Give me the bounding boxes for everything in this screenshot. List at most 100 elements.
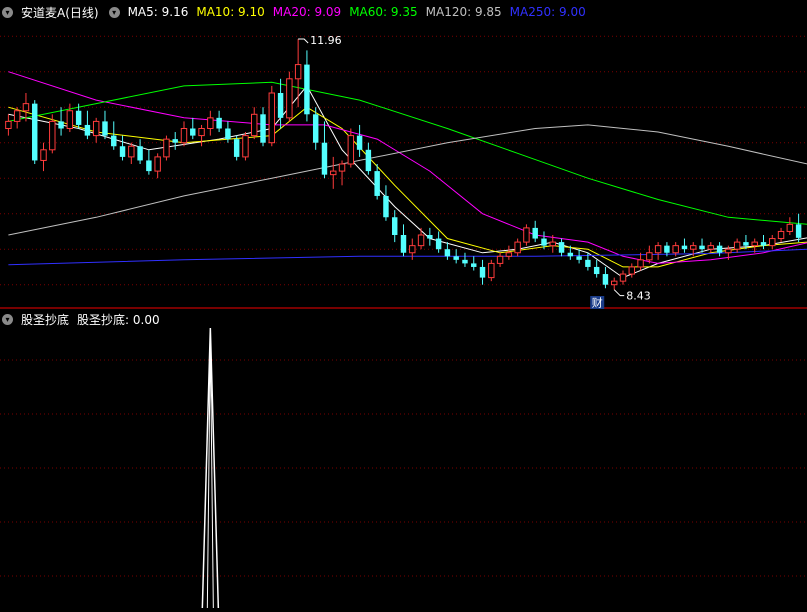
candle-body-up	[725, 248, 732, 254]
candle-body-up	[514, 241, 521, 254]
candle-body-up	[690, 245, 697, 250]
candle-body-down	[146, 160, 152, 172]
candle-body-up	[628, 266, 636, 275]
candle-body-up	[66, 110, 74, 129]
candle-body-up	[128, 145, 135, 158]
candle-body-up	[488, 262, 495, 279]
candle-body-up	[409, 245, 416, 254]
candle-body-down	[111, 135, 117, 147]
candle-body-down	[312, 114, 319, 143]
candle-body-down	[102, 121, 108, 136]
candle-body-up	[251, 113, 258, 137]
candle-body-down	[383, 195, 389, 218]
kline-chart[interactable]: 11.96 8.43 财	[0, 0, 807, 612]
candle-body-up	[22, 103, 30, 112]
candle-body-down	[216, 117, 222, 129]
candle-body-down	[743, 242, 749, 246]
candle-body-up	[13, 110, 21, 122]
low-marker-pointer	[613, 289, 625, 297]
candle-body-up	[242, 135, 249, 158]
candle-body-up	[733, 241, 741, 250]
candle-body-down	[356, 135, 363, 150]
candle-body-down	[593, 266, 600, 275]
candle-body-up	[654, 245, 662, 254]
candle-body-down	[795, 224, 802, 238]
candle-body-down	[190, 128, 196, 136]
candle-body-down	[75, 110, 82, 125]
candle-body-down	[374, 171, 380, 196]
candle-body-up	[786, 223, 794, 232]
candle-body-up	[769, 238, 776, 247]
candle-body-up	[637, 259, 644, 268]
candle-body-up	[549, 241, 556, 247]
candle-body-down	[602, 274, 609, 285]
candle-body-down	[400, 235, 407, 253]
candle-body-up	[619, 273, 627, 282]
candle-body-up	[611, 280, 618, 286]
candle-body-up	[180, 128, 188, 144]
candle-body-down	[532, 227, 538, 239]
candle-body-down	[119, 146, 126, 157]
candle-body-up	[523, 227, 530, 243]
candle-body-down	[304, 64, 310, 115]
candle-body-up	[40, 149, 47, 161]
candle-body-down	[32, 103, 38, 161]
ma-line-ma250	[8, 248, 807, 266]
ma-line-ma20	[8, 71, 807, 264]
candle-body-up	[294, 64, 302, 80]
candle-body-down	[233, 139, 240, 157]
candle-body-down	[576, 256, 582, 260]
candle-body-up	[707, 245, 715, 250]
candle-body-down	[664, 245, 670, 253]
candle-body-down	[444, 249, 451, 257]
candle-body-up	[777, 230, 785, 240]
candle-body-up	[268, 92, 276, 144]
candle-body-up	[496, 255, 504, 264]
candle-body-down	[277, 93, 284, 118]
candle-body-up	[286, 78, 293, 119]
candle-body-up	[751, 241, 758, 247]
ma-line-ma10	[8, 106, 807, 268]
candle-body-up	[5, 120, 12, 130]
candle-body-down	[471, 263, 477, 267]
candle-body-down	[716, 245, 723, 253]
candle-body-down	[558, 242, 565, 253]
candle-body-down	[435, 238, 442, 250]
candle-body-down	[172, 139, 178, 143]
candle-body-down	[567, 252, 574, 257]
candle-body-up	[163, 138, 170, 158]
candle-body-up	[92, 120, 100, 137]
candle-body-up	[198, 128, 205, 137]
candle-body-up	[347, 135, 355, 165]
candle-body-down	[260, 114, 266, 143]
candle-body-down	[681, 245, 688, 250]
candle-body-down	[391, 217, 398, 235]
candle-body-down	[699, 245, 705, 250]
low-price-label: 8.43	[626, 290, 651, 303]
candle-body-up	[330, 170, 337, 176]
candle-body-up	[417, 234, 425, 247]
candle-body-down	[58, 121, 64, 129]
candle-body-up	[505, 252, 513, 257]
candle-body-down	[541, 238, 547, 246]
candle-body-down	[137, 146, 143, 161]
finance-badge-label: 财	[592, 296, 603, 310]
candle-body-up	[207, 117, 214, 129]
candle-body-down	[453, 256, 459, 260]
high-price-label: 11.96	[310, 34, 342, 47]
candle-body-down	[585, 259, 591, 267]
high-marker-pointer	[298, 38, 309, 44]
candle-body-up	[49, 120, 56, 151]
candle-body-down	[84, 124, 91, 136]
candle-body-up	[672, 245, 679, 254]
candle-body-down	[321, 142, 328, 175]
candle-body-down	[225, 128, 231, 140]
candle-body-down	[365, 149, 372, 172]
candle-body-down	[462, 259, 468, 264]
candle-body-up	[154, 156, 161, 172]
candle-body-up	[646, 252, 653, 261]
candle-body-down	[427, 235, 433, 239]
candle-body-up	[338, 163, 346, 172]
candle-body-down	[760, 242, 767, 246]
candle-body-down	[479, 266, 486, 278]
